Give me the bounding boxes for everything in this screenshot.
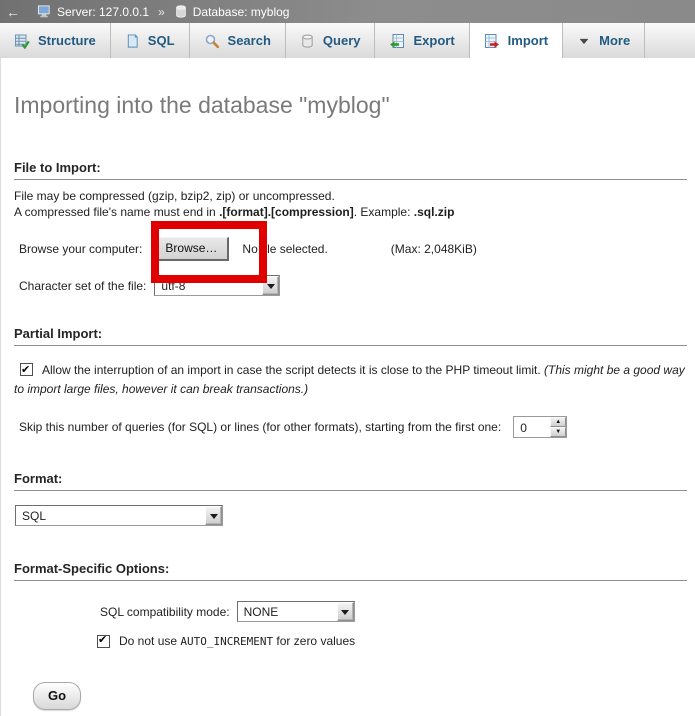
chevron-down-icon	[577, 34, 591, 48]
tab-label: More	[599, 33, 630, 48]
tab-export[interactable]: Export	[375, 23, 469, 58]
breadcrumb-server[interactable]: Server: 127.0.0.1	[37, 4, 149, 19]
checkmark-icon: ✔	[98, 633, 107, 646]
breadcrumb-separator: »	[156, 5, 167, 19]
checkmark-icon: ✔	[21, 361, 30, 380]
breadcrumb-bar: ← Server: 127.0.0.1 » Database: myblog	[0, 0, 695, 23]
section-heading-partial-import: Partial Import:	[14, 326, 687, 346]
browse-label: Browse your computer:	[19, 242, 142, 256]
sql-compatibility-select[interactable]: NONE	[237, 601, 355, 622]
zero-values-checkbox[interactable]: ✔	[97, 635, 110, 648]
go-button[interactable]: Go	[33, 682, 81, 710]
charset-label: Character set of the file:	[19, 279, 146, 293]
browse-button[interactable]: Browse…	[154, 237, 229, 261]
compression-hint-line2: A compressed file's name must end in	[14, 205, 219, 219]
database-icon	[174, 4, 188, 19]
stepper-down-icon[interactable]: ▼	[550, 427, 566, 437]
export-icon	[389, 33, 405, 49]
main-content: Importing into the database "myblog" Fil…	[0, 58, 695, 716]
tabbar-spacer	[645, 23, 695, 58]
section-heading-format-specific-options: Format-Specific Options:	[14, 561, 687, 581]
compression-hint-line1: File may be compressed (gzip, bzip2, zip…	[14, 189, 335, 203]
tab-search[interactable]: Search	[190, 23, 286, 58]
tab-label: Structure	[38, 33, 96, 48]
zero-values-label: Do not use AUTO_INCREMENT for zero value…	[119, 634, 355, 648]
section-heading-file-to-import: File to Import:	[14, 160, 687, 180]
allow-interruption-row: ✔ Allow the interruption of an import in …	[14, 361, 689, 399]
page-title: Importing into the database "myblog"	[14, 58, 689, 119]
server-icon	[37, 4, 52, 19]
skip-queries-value: 0	[514, 417, 550, 437]
allow-interruption-label: Allow the interruption of an import in c…	[42, 363, 544, 377]
zero-values-label-suffix: for zero values	[273, 634, 355, 648]
tab-structure[interactable]: Structure	[0, 23, 111, 58]
query-icon	[300, 33, 315, 49]
compression-hint: File may be compressed (gzip, bzip2, zip…	[14, 188, 689, 220]
stepper-up-icon[interactable]: ▲	[550, 417, 566, 427]
sql-compatibility-label: SQL compatibility mode:	[100, 605, 230, 619]
no-file-selected-text: No file selected.	[242, 242, 327, 256]
sql-icon	[125, 33, 140, 49]
tab-label: Search	[228, 33, 271, 48]
tab-bar: Structure SQL Search Query	[0, 23, 695, 58]
auto-increment-code: AUTO_INCREMENT	[180, 635, 273, 648]
sql-compatibility-value: NONE	[238, 602, 285, 621]
tab-import[interactable]: Import	[470, 23, 563, 58]
format-select-arrow-icon[interactable]	[205, 506, 222, 525]
breadcrumb-database[interactable]: Database: myblog	[174, 4, 290, 19]
charset-select-value: utf-8	[155, 276, 191, 295]
sql-compatibility-row: SQL compatibility mode: NONE	[100, 601, 689, 622]
tab-query[interactable]: Query	[286, 23, 376, 58]
tab-label: Import	[508, 33, 548, 48]
charset-select[interactable]: utf-8	[154, 275, 280, 296]
skip-queries-label: Skip this number of queries (for SQL) or…	[19, 420, 501, 434]
browse-row: Browse your computer: Browse… No file se…	[19, 236, 689, 262]
allow-interruption-checkbox[interactable]: ✔	[20, 363, 33, 376]
compat-select-arrow-icon[interactable]	[337, 602, 354, 621]
format-select[interactable]: SQL	[15, 505, 223, 526]
format-row: SQL	[15, 505, 689, 526]
tab-label: Query	[323, 33, 361, 48]
tab-sql[interactable]: SQL	[111, 23, 190, 58]
zero-values-label-prefix: Do not use	[119, 634, 180, 648]
tab-label: SQL	[148, 33, 175, 48]
import-icon	[484, 33, 500, 49]
tab-label: Export	[413, 33, 454, 48]
charset-select-arrow-icon[interactable]	[262, 276, 279, 295]
breadcrumb-server-label: Server: 127.0.0.1	[57, 5, 149, 19]
charset-row: Character set of the file: utf-8	[19, 275, 689, 296]
structure-icon	[14, 33, 30, 49]
search-icon	[204, 33, 220, 49]
zero-values-row: ✔ Do not use AUTO_INCREMENT for zero val…	[97, 634, 689, 648]
max-size-hint: (Max: 2,048KiB)	[391, 242, 477, 256]
skip-queries-row: Skip this number of queries (for SQL) or…	[19, 416, 689, 438]
tab-more[interactable]: More	[563, 23, 645, 58]
breadcrumb-database-label: Database: myblog	[193, 5, 290, 19]
section-heading-format: Format:	[14, 471, 687, 491]
format-select-value: SQL	[16, 506, 52, 525]
format-compression-pattern: .[format].[compression]	[219, 205, 354, 219]
compression-hint-example: . Example:	[354, 205, 414, 219]
example-filename: .sql.zip	[414, 205, 455, 219]
skip-queries-stepper[interactable]: 0 ▲ ▼	[513, 416, 567, 438]
back-arrow-icon[interactable]: ←	[6, 4, 30, 20]
